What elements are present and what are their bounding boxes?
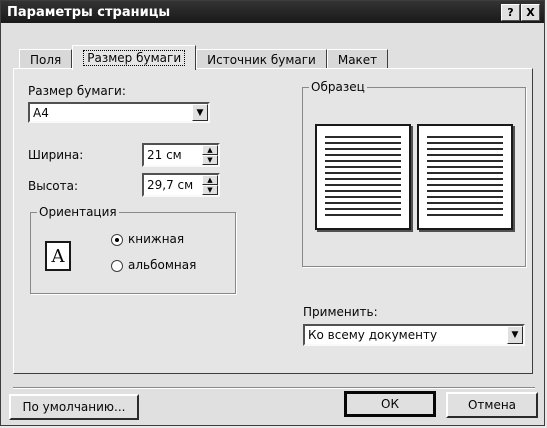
preview-left-page [315,124,411,230]
chevron-down-icon[interactable]: ▼ [192,104,208,121]
portrait-page-icon: A [45,241,71,271]
apply-select[interactable]: Ко всему документу ▼ [303,324,525,346]
default-button-label: По умолчанию... [22,400,126,414]
preview-label: Образец [309,80,367,94]
apply-label: Применить: [303,305,378,319]
portrait-radio[interactable] [111,234,123,246]
tab-layout-label: Макет [337,53,378,67]
spin-down-icon[interactable]: ▼ [202,155,218,165]
width-value: 21 см [147,148,182,162]
height-spinner[interactable]: 29,7 см ▲ ▼ [142,173,220,197]
help-icon: ? [507,6,514,19]
tab-panel: Размер бумаги: A4 ▼ Ширина: 21 см ▲ ▼ Выс… [13,68,533,374]
cancel-button-label: Отмена [467,398,517,412]
height-spin-buttons[interactable]: ▲ ▼ [202,175,218,195]
ok-button-label: ОК [381,397,399,411]
width-label: Ширина: [28,148,84,162]
close-button[interactable]: X [521,4,540,21]
landscape-radio[interactable] [111,260,123,272]
orientation-group: Ориентация A книжная альбомная [30,205,236,294]
spin-down-icon[interactable]: ▼ [202,185,218,195]
orientation-icon-letter: A [51,245,65,267]
title-bar: Параметры страницы ? X [1,1,544,23]
portrait-label[interactable]: книжная [128,232,184,246]
paper-size-value: A4 [33,105,49,120]
tab-strip: Поля Размер бумаги Источник бумаги Макет [19,45,389,70]
dialog-title: Параметры страницы [7,4,171,20]
preview-group: Образец [302,80,526,267]
tab-paper-size-label: Размер бумаги [83,50,186,66]
tab-paper-source[interactable]: Источник бумаги [196,49,327,70]
orientation-label: Ориентация [37,205,119,219]
page-setup-dialog: Параметры страницы ? X Поля Размер бумаг… [0,0,545,426]
height-label: Высота: [28,179,79,193]
spin-up-icon[interactable]: ▲ [202,145,218,155]
apply-value: Ко всему документу [308,328,438,342]
paper-size-select[interactable]: A4 ▼ [28,102,210,123]
tab-layout[interactable]: Макет [326,49,389,70]
chevron-down-icon[interactable]: ▼ [507,326,523,344]
close-icon: X [526,6,535,19]
tab-paper-size[interactable]: Размер бумаги [72,45,197,70]
paper-size-label: Размер бумаги: [28,84,126,98]
ok-button[interactable]: ОК [344,391,436,417]
tab-paper-source-label: Источник бумаги [207,53,316,67]
help-button[interactable]: ? [501,4,520,21]
tab-margins-label: Поля [30,53,62,67]
spin-up-icon[interactable]: ▲ [202,175,218,185]
width-spin-buttons[interactable]: ▲ ▼ [202,145,218,165]
separator [13,387,535,388]
preview-right-page [417,124,513,230]
landscape-label[interactable]: альбомная [128,258,196,272]
cancel-button[interactable]: Отмена [446,392,538,418]
default-button[interactable]: По умолчанию... [9,394,139,420]
tab-margins[interactable]: Поля [19,49,73,70]
width-spinner[interactable]: 21 см ▲ ▼ [142,143,220,167]
height-value: 29,7 см [147,178,194,192]
